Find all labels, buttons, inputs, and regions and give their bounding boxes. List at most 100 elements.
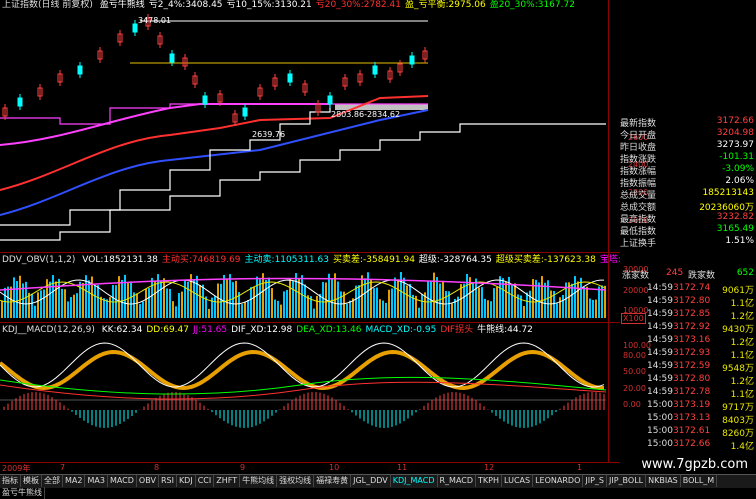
trade-row: 14:59 3172.80 1.1亿 [620,296,756,309]
trade-price: 3172.61 [673,426,711,436]
trade-volume: 8403万 [722,416,754,426]
tab-zhft[interactable]: ZHFT [214,475,241,487]
quote-value: 3172.66 [716,116,754,126]
tab--[interactable]: 强权均线 [277,475,315,487]
obv-legend: DDV_OBV(1,1,2) VOL:1852131.38 主动买:746819.… [2,255,621,266]
trade-time: 15:00 [647,400,673,410]
trade-row: 15:00 3172.61 8260万 [620,426,756,439]
tab-macd[interactable]: MACD [108,475,137,487]
legend-item: DD:69.47 [146,325,189,335]
fall-label: 跌家数 [688,271,716,281]
panel-divider [0,252,620,253]
legend-item: KK:62.34 [101,325,143,335]
trade-time: 14:59 [647,374,673,384]
legend-item: 主动卖:1105311.63 [244,255,329,265]
trade-time: 14:59 [647,361,673,371]
trade-volume: 1.1亿 [730,299,754,309]
kdj-legend-title: KDJ__MACD(12,26,9) [2,325,95,335]
legend-item: 买卖差:-358491.94 [332,255,415,265]
trade-volume: 9430万 [722,325,754,335]
tab-r-macd[interactable]: R_MACD [438,475,477,487]
tab-lucas[interactable]: LUCAS [502,475,534,487]
tab-kdj-macd[interactable]: KDJ_MACD [391,475,438,487]
trade-price: 3172.92 [673,322,711,332]
trade-time: 15:00 [647,426,673,436]
trade-price: 3173.13 [673,413,711,423]
trade-row: 14:59 3173.16 1.2亿 [620,335,756,348]
trade-time: 14:59 [647,283,673,293]
chart-canvas[interactable] [0,0,610,462]
quote-value: 185213143 [702,188,754,198]
trade-price: 3173.16 [673,335,711,345]
legend-item: MACD_XD:-0.95 [365,325,437,335]
tab-tkph[interactable]: TKPH [476,475,503,487]
quote-label: 上证换手 [620,239,657,249]
tab--[interactable]: 牛熊均线 [240,475,278,487]
trade-row: 15:00 3173.19 9717万 [620,400,756,413]
trade-volume: 9061万 [722,286,754,296]
date-label: 9 [240,463,246,472]
legend-item: VOL:1852131.38 [82,255,158,265]
trade-volume: 1.2亿 [730,377,754,387]
tab-ma3[interactable]: MA3 [85,475,108,487]
tab-jip-boll[interactable]: JIP_BOLL [607,475,647,487]
date-axis: 2009年 7 8 9 10 11 12 1 [0,463,610,474]
fall-value: 652 [736,268,754,278]
legend-item: 主动买:746819.69 [161,255,241,265]
quote-row: 上证换手 1.51% [620,236,756,249]
axis-divider [608,0,609,462]
tab-ma2[interactable]: MA2 [63,475,86,487]
obv-legend-title: DDV_OBV(1,1,2) [2,255,76,265]
trade-row: 14:59 3172.85 1.2亿 [620,309,756,322]
trade-time: 15:00 [647,413,673,423]
obv-panel [0,272,607,318]
trade-price: 3172.59 [673,361,711,371]
quote-row: 指数涨幅 -3.09% [620,164,756,177]
date-label: 1 [577,463,583,472]
low-annotation: 2639.76 [252,130,286,139]
tab-jip-s[interactable]: JIP_S [583,475,607,487]
tab-kdj[interactable]: KDJ [177,475,196,487]
date-label: 8 [154,463,160,472]
quote-value: 3232.82 [716,212,754,222]
high-annotation: 3478.01 [138,16,172,25]
trade-volume: 9548万 [722,364,754,374]
trade-time: 14:59 [647,387,673,397]
trade-row: 14:59 3172.74 9061万 [620,283,756,296]
tab-nkbias[interactable]: NKBIAS [646,475,681,487]
tab--[interactable]: 福禄寿黄 [314,475,352,487]
kdj-legend: KDJ__MACD(12,26,9) KK:62.34 DD:69.47 JJ:51… [2,325,533,336]
trade-volume: 1.4亿 [730,442,754,452]
kdj-panel [0,342,607,428]
trade-price: 3172.80 [673,296,711,306]
quote-value: 1.51% [725,236,754,246]
tab--[interactable]: 模板 [21,475,42,487]
date-label: 2009年 [2,464,31,473]
quote-value: 3204.98 [716,128,754,138]
tab--[interactable]: 全部 [42,475,63,487]
date-label: 7 [60,463,66,472]
trade-volume: 1.1亿 [730,390,754,400]
tab-cci[interactable]: CCI [196,475,215,487]
quote-value: -101.31 [719,152,754,162]
trade-row: 14:59 3172.93 1.1亿 [620,348,756,361]
trade-time: 14:59 [647,348,673,358]
trade-time: 14:59 [647,322,673,332]
legend-item: DIF拐头 [440,325,474,335]
panel-divider [0,322,620,323]
tab-jgl-ddv[interactable]: JGL_DDV [351,475,391,487]
tab-obv[interactable]: OBV [137,475,159,487]
tab-leonardo[interactable]: LEONARDO [533,475,584,487]
tab--[interactable]: 盈亏牛熊线 [0,487,45,499]
tab-rsi[interactable]: RSI [159,475,177,487]
quote-value: 3273.97 [716,140,754,150]
trade-time: 14:59 [647,335,673,345]
tab--[interactable]: 指标 [0,475,21,487]
trade-volume: 9717万 [722,403,754,413]
trade-row: 15:00 3173.13 8403万 [620,413,756,426]
trade-time: 14:59 [647,296,673,306]
trade-time: 15:00 [647,439,673,449]
trade-price: 3173.19 [673,400,711,410]
tab-boll-m[interactable]: BOLL_M [681,475,718,487]
trade-price: 3172.74 [673,283,711,293]
